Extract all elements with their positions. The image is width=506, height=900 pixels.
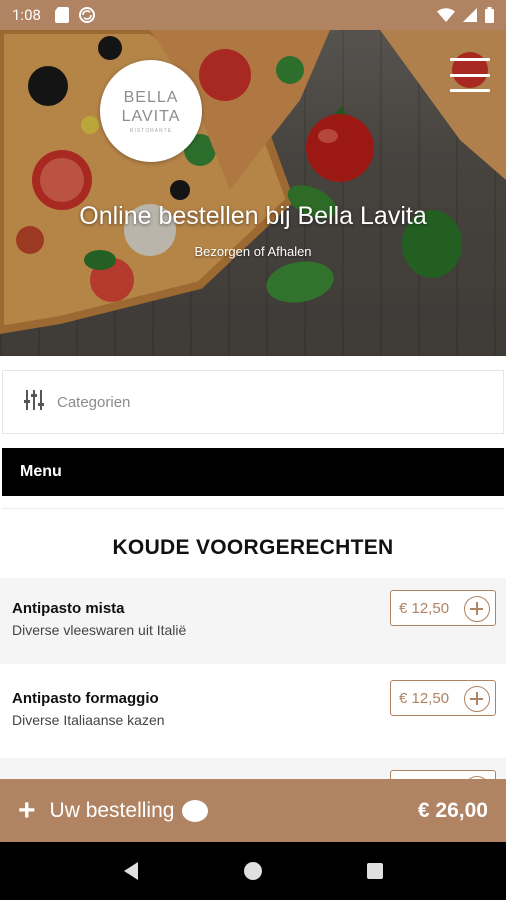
menu-item[interactable] bbox=[0, 758, 506, 779]
hero-subtitle: Bezorgen of Afhalen bbox=[194, 244, 312, 259]
item-description: Diverse vleeswaren uit Italië bbox=[12, 622, 187, 638]
bella-lavita-logo[interactable]: BELLA LAVITA RISTORANTE bbox=[100, 60, 202, 162]
filter-sliders-icon bbox=[23, 388, 45, 417]
order-label: Uw bestelling bbox=[49, 798, 175, 822]
hero-title: Online bestellen bij Bella Lavita bbox=[79, 202, 427, 230]
logo-line2: LAVITA bbox=[121, 108, 181, 125]
add-item-button[interactable]: € 12,50 bbox=[390, 680, 496, 716]
hamburger-line bbox=[450, 89, 490, 92]
logo-subtitle: RISTORANTE bbox=[129, 128, 173, 134]
sd-card-icon bbox=[54, 7, 69, 23]
add-item-button[interactable]: € 12,50 bbox=[390, 590, 496, 626]
logo-line1: BELLA bbox=[123, 89, 179, 106]
battery-icon bbox=[485, 7, 494, 23]
add-item-button[interactable] bbox=[390, 770, 496, 779]
divider bbox=[2, 508, 504, 509]
hero-overlay bbox=[0, 30, 506, 356]
categories-selector[interactable]: Categorien bbox=[2, 370, 504, 434]
hamburger-line bbox=[450, 73, 490, 77]
status-bar: 1:08 bbox=[0, 0, 506, 30]
plus-circle-icon bbox=[464, 686, 490, 712]
item-description: Diverse Italiaanse kazen bbox=[12, 712, 165, 728]
home-button[interactable] bbox=[233, 851, 273, 891]
menu-item[interactable]: Antipasto mista Diverse vleeswaren uit I… bbox=[0, 578, 506, 664]
wifi-icon bbox=[437, 8, 455, 22]
recents-button[interactable] bbox=[355, 851, 395, 891]
back-button[interactable] bbox=[111, 851, 151, 891]
item-name: Antipasto mista bbox=[12, 600, 125, 617]
hero-banner: BELLA LAVITA RISTORANTE Online bestellen… bbox=[0, 30, 506, 356]
recents-square-icon bbox=[367, 863, 383, 879]
item-price: € 12,50 bbox=[399, 599, 450, 617]
status-time: 1:08 bbox=[12, 6, 41, 24]
hamburger-menu-button[interactable] bbox=[450, 58, 490, 92]
menu-header: Menu bbox=[2, 448, 504, 496]
plus-icon: + bbox=[18, 793, 36, 827]
order-summary-bar[interactable]: + Uw bestelling € 26,00 bbox=[0, 779, 506, 842]
back-triangle-icon bbox=[124, 862, 138, 880]
item-name: Antipasto formaggio bbox=[12, 690, 159, 707]
system-navigation-bar bbox=[0, 842, 506, 900]
order-count-badge bbox=[182, 799, 209, 822]
section-title: KOUDE VOORGERECHTEN bbox=[112, 536, 394, 559]
menu-item[interactable]: Antipasto formaggio Diverse Italiaanse k… bbox=[0, 668, 506, 754]
hamburger-line bbox=[450, 58, 490, 61]
order-total: € 26,00 bbox=[417, 798, 488, 822]
signal-icon bbox=[463, 8, 477, 22]
categories-label: Categorien bbox=[57, 393, 131, 411]
sync-icon bbox=[78, 7, 95, 23]
plus-circle-icon bbox=[464, 596, 490, 622]
item-price: € 12,50 bbox=[399, 689, 450, 707]
home-circle-icon bbox=[244, 862, 262, 880]
